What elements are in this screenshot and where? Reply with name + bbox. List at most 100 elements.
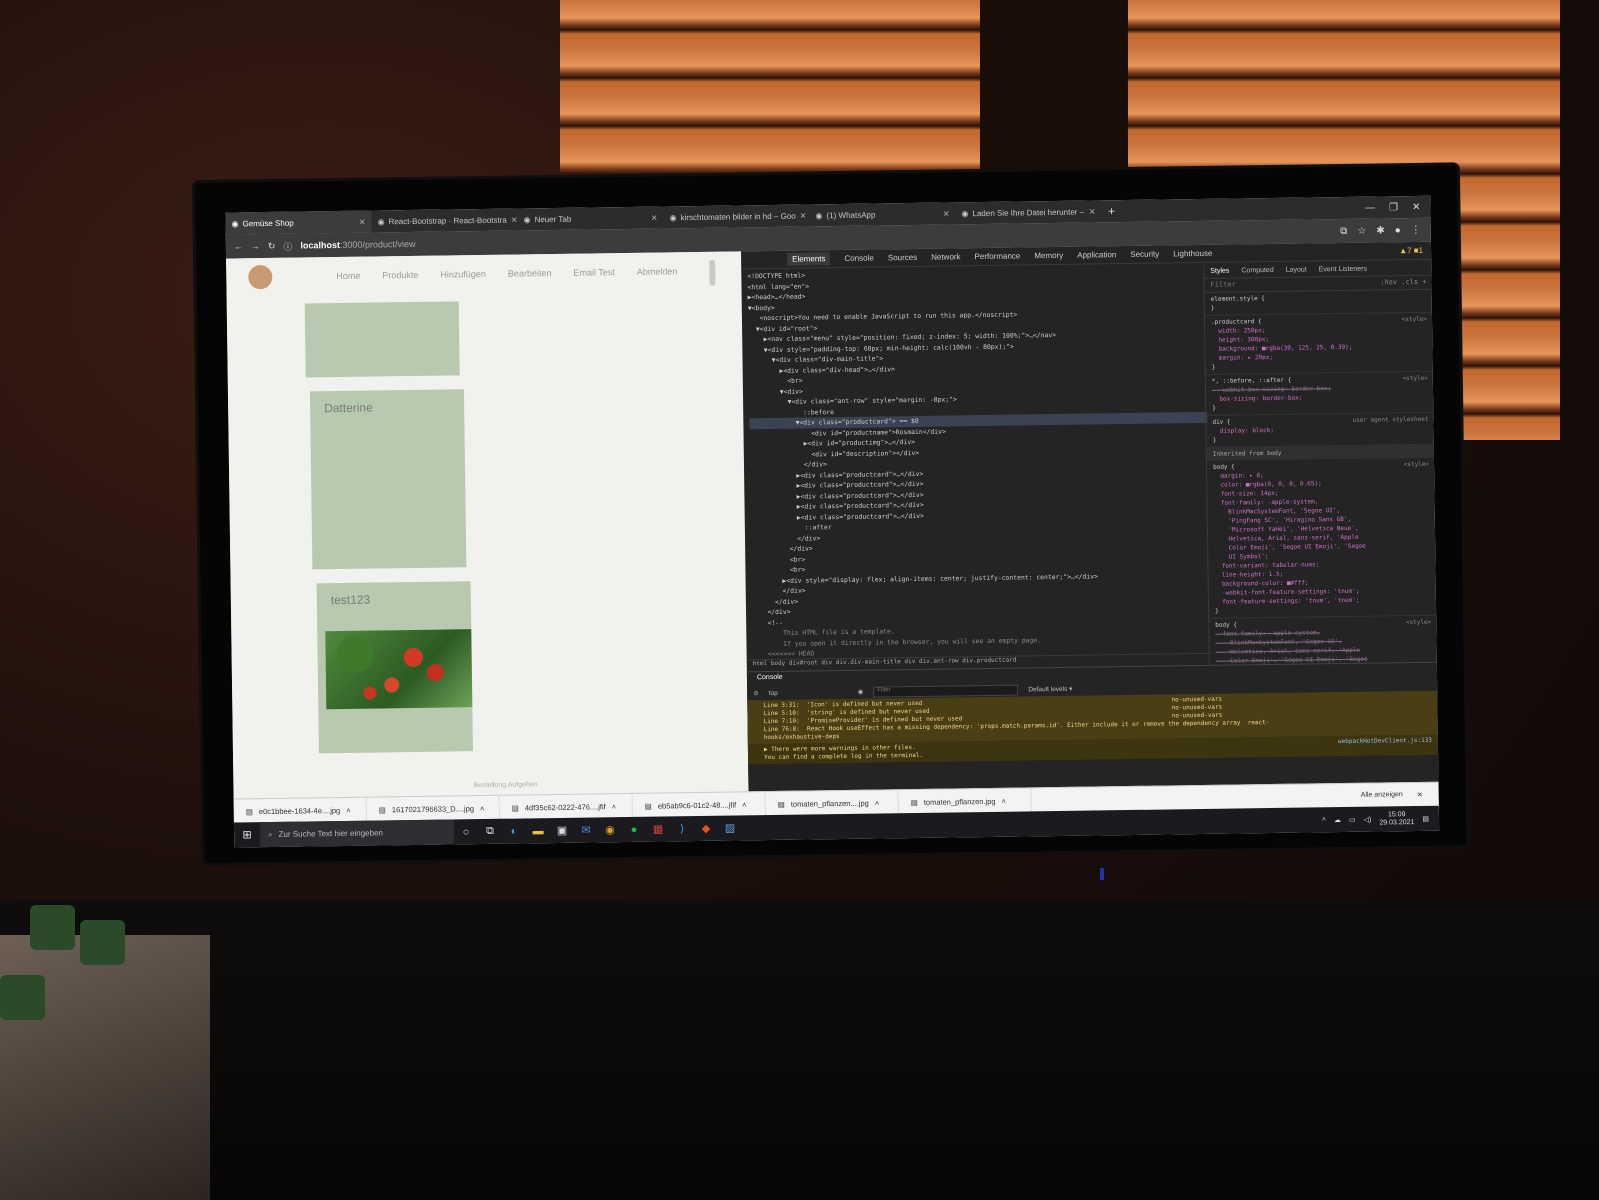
reload-icon[interactable]: ↻ <box>268 240 276 251</box>
devtools-tab-application[interactable]: Application <box>1077 250 1116 260</box>
spotify-icon[interactable]: ● <box>622 823 646 835</box>
minimize-icon[interactable]: — <box>1365 202 1375 213</box>
devtools-tab-sources[interactable]: Sources <box>888 253 917 262</box>
nav-email-test[interactable]: Email Test <box>573 267 614 278</box>
rule-source[interactable]: <style> <box>1402 374 1428 383</box>
download-item[interactable]: ▤ 4df35c62-0222-476....jfif ˄ <box>499 793 633 820</box>
devtools-tab-console[interactable]: Console <box>844 254 873 263</box>
browser-tab[interactable]: ◉ Neuer Tab ✕ <box>517 206 663 230</box>
product-card[interactable] <box>304 301 460 378</box>
figma-icon[interactable]: ◆ <box>694 822 718 835</box>
styles-tab[interactable]: Computed <box>1241 266 1273 275</box>
nav-bearbeiten[interactable]: Bearbeiten <box>508 268 552 279</box>
styles-tab[interactable]: Event Listeners <box>1319 265 1367 275</box>
close-icon[interactable]: ✕ <box>1417 791 1423 799</box>
menu-kebab-icon[interactable]: ⋮ <box>1411 224 1421 235</box>
volume-icon[interactable]: ◁) <box>1364 815 1372 823</box>
nav-abmelden[interactable]: Abmelden <box>637 266 678 277</box>
show-all-button[interactable]: Alle anzeigen <box>1361 791 1403 800</box>
windows-start-icon[interactable]: ⊞ <box>234 828 260 841</box>
product-card[interactable]: test123 <box>316 581 473 754</box>
rule-source[interactable]: <style> <box>1404 460 1429 469</box>
chrome-icon[interactable]: ◉ <box>598 823 622 836</box>
info-icon[interactable]: ⓘ <box>283 239 292 252</box>
rule-source[interactable]: <style> <box>1402 315 1427 324</box>
browser-tab[interactable]: ◉ React-Bootstrap · React-Bootstra ✕ <box>371 209 517 233</box>
browser-tab[interactable]: ◉ Gemüse Shop ✕ <box>225 210 372 235</box>
devtools-tab-performance[interactable]: Performance <box>974 251 1020 261</box>
context-select[interactable]: top <box>769 689 778 696</box>
taskbar-search[interactable]: ⌕ Zur Suche Text hier eingeben <box>259 819 455 848</box>
product-card[interactable]: Datterine <box>309 389 467 570</box>
download-item[interactable]: ▤ eb5ab9c6-01c2-48....jfif ˄ <box>632 792 766 818</box>
page-scrollbar[interactable] <box>709 259 716 286</box>
browser-tab[interactable]: ◉ kirschtomaten bilder in hd – Goo ✕ <box>663 204 809 228</box>
new-tab-icon[interactable]: + <box>1101 200 1121 222</box>
task-view-icon[interactable]: ⧉ <box>478 825 502 838</box>
devtools-tab-lighthouse[interactable]: Lighthouse <box>1173 249 1212 259</box>
edge-icon[interactable]: ◐ <box>502 825 526 837</box>
cortana-icon[interactable]: ○ <box>454 826 478 838</box>
browser-tab[interactable]: ◉ Laden Sie Ihre Datei herunter – ✕ <box>955 200 1101 224</box>
rule-source[interactable]: user agent stylesheet <box>1353 415 1429 425</box>
devtools-tab-memory[interactable]: Memory <box>1034 251 1063 260</box>
chevron-up-icon[interactable]: ˄ <box>480 804 485 813</box>
close-tab-icon[interactable]: ✕ <box>359 217 366 226</box>
close-tab-icon[interactable]: ✕ <box>1089 207 1096 216</box>
source-link[interactable]: webpackHotDevClient.js:133 <box>1338 737 1432 746</box>
close-tab-icon[interactable]: ✕ <box>800 211 807 220</box>
back-arrow-icon[interactable]: ← <box>234 241 243 251</box>
download-filename: e0c1bbee-1634-4e....jpg <box>258 805 341 816</box>
download-item[interactable]: ▤ 1617021796633_D....jpg ˄ <box>366 795 500 822</box>
nav-hinzufuegen[interactable]: Hinzufügen <box>440 269 486 280</box>
puzzle-icon[interactable]: ✱ <box>1376 225 1385 236</box>
chevron-up-icon[interactable]: ˄ <box>875 798 880 807</box>
photos-icon[interactable]: ▨ <box>718 821 742 835</box>
clock[interactable]: 15:09 29.03.2021 <box>1379 811 1414 827</box>
store-icon[interactable]: ▣ <box>550 824 574 837</box>
cloud-icon[interactable]: ☁ <box>1334 816 1341 824</box>
levels-dropdown[interactable]: Default levels ▾ <box>1028 685 1072 694</box>
devtools-tab-elements[interactable]: Elements <box>787 252 831 266</box>
styles-filter-toggles[interactable]: :hov .cls + <box>1380 278 1426 288</box>
notification-icon[interactable]: ▤ <box>1422 814 1429 822</box>
styles-tab[interactable]: Styles <box>1210 267 1229 276</box>
console-filter-input[interactable]: Filter <box>873 684 1019 698</box>
file-explorer-icon[interactable]: ▬ <box>526 825 550 837</box>
forward-arrow-icon[interactable]: → <box>251 241 260 251</box>
shop-logo[interactable] <box>248 264 273 290</box>
devtools-badges[interactable]: ▲7 ■1 <box>1399 246 1431 255</box>
close-tab-icon[interactable]: ✕ <box>651 213 658 222</box>
file-icon: ▤ <box>378 804 386 814</box>
download-item[interactable]: ▤ tomaten_pflanzen.jpg ˄ <box>898 788 1032 815</box>
url-field[interactable]: localhost:3000/product/view <box>300 239 415 251</box>
tab-label: Neuer Tab <box>534 214 572 224</box>
vscode-icon[interactable]: ⟩ <box>670 822 694 835</box>
share-icon[interactable]: ⧉ <box>1340 225 1347 236</box>
chevron-up-icon[interactable]: ˄ <box>346 805 351 814</box>
browser-tab[interactable]: ◉ (1) WhatsApp ✕ <box>809 202 955 226</box>
close-tab-icon[interactable]: ✕ <box>943 209 950 218</box>
app-icon[interactable]: ▦ <box>646 822 670 836</box>
styles-tab[interactable]: Layout <box>1286 265 1307 274</box>
nav-produkte[interactable]: Produkte <box>382 270 418 281</box>
order-button[interactable]: Bestellung Aufgeben <box>473 781 537 789</box>
close-window-icon[interactable]: ✕ <box>1412 201 1421 212</box>
chevron-up-icon[interactable]: ˄ <box>1322 816 1326 823</box>
chevron-up-icon[interactable]: ˄ <box>742 800 747 809</box>
clear-console-icon[interactable]: ⊘ <box>753 689 759 697</box>
chevron-up-icon[interactable]: ˄ <box>612 802 617 811</box>
rule-source[interactable]: <style> <box>1406 618 1431 627</box>
nav-home[interactable]: Home <box>336 271 360 281</box>
download-item[interactable]: ▤ tomaten_pflanzen....jpg ˄ <box>765 790 899 817</box>
chevron-up-icon[interactable]: ˄ <box>1001 796 1006 805</box>
network-icon[interactable]: ▭ <box>1349 815 1356 823</box>
mail-icon[interactable]: ✉ <box>574 823 598 837</box>
profile-avatar[interactable]: ● <box>1395 225 1401 236</box>
eye-icon[interactable]: ◉ <box>858 688 864 696</box>
devtools-tab-security[interactable]: Security <box>1130 250 1159 259</box>
star-icon[interactable]: ☆ <box>1357 225 1366 236</box>
devtools-tab-network[interactable]: Network <box>931 252 960 261</box>
download-item[interactable]: ▤ e0c1bbee-1634-4e....jpg ˄ <box>233 797 367 824</box>
restore-icon[interactable]: ❐ <box>1389 202 1398 213</box>
